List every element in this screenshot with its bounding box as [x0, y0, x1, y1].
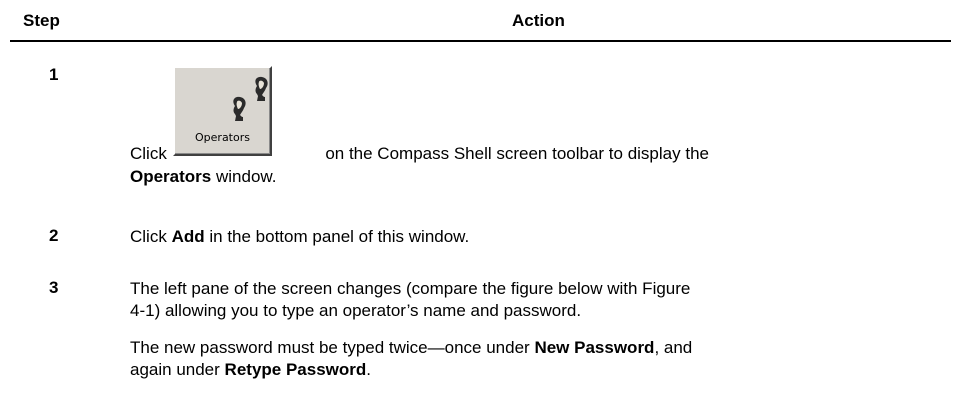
new-password-term: New Password [534, 338, 655, 357]
step-3-line-4: again under Retype Password. [130, 359, 371, 381]
step-3-line-1: The left pane of the screen changes (com… [130, 279, 691, 298]
step-3-para2-d: . [366, 360, 372, 379]
step-1-window-suffix: window. [215, 167, 277, 186]
step-2-click-text: Click [130, 227, 167, 246]
operators-window-name: Operators [130, 167, 212, 186]
step-number-2: 2 [49, 226, 59, 245]
step-1-after-button-text: on the Compass Shell screen toolbar to d… [325, 144, 709, 163]
step-2-text: Click Add in the bottom panel of this wi… [130, 226, 469, 248]
step-number-1: 1 [49, 65, 59, 84]
operators-icon [233, 76, 268, 121]
column-header-action: Action [512, 11, 565, 30]
add-term: Add [171, 227, 205, 246]
header-rule [10, 40, 951, 42]
step-1-click-text: Click [130, 144, 167, 163]
step-3-para2-c: again under [130, 360, 220, 379]
step-3-para2-b: , and [654, 338, 693, 357]
column-header-step: Step [23, 11, 60, 30]
step-2-rest-text: in the bottom panel of this window. [209, 227, 470, 246]
step-1-line-2: Operators window. [130, 166, 276, 188]
step-number-3: 3 [49, 278, 59, 297]
step-3-para2-a: The new password must be typed twice—onc… [130, 338, 530, 357]
retype-password-term: Retype Password [224, 360, 367, 379]
step-1-line-1: Click on the Compass Shell screen toolba… [130, 143, 709, 165]
step-3-line-3: The new password must be typed twice—onc… [130, 337, 692, 359]
step-3-line-2: 4-1) allowing you to type an operator’s … [130, 301, 582, 320]
